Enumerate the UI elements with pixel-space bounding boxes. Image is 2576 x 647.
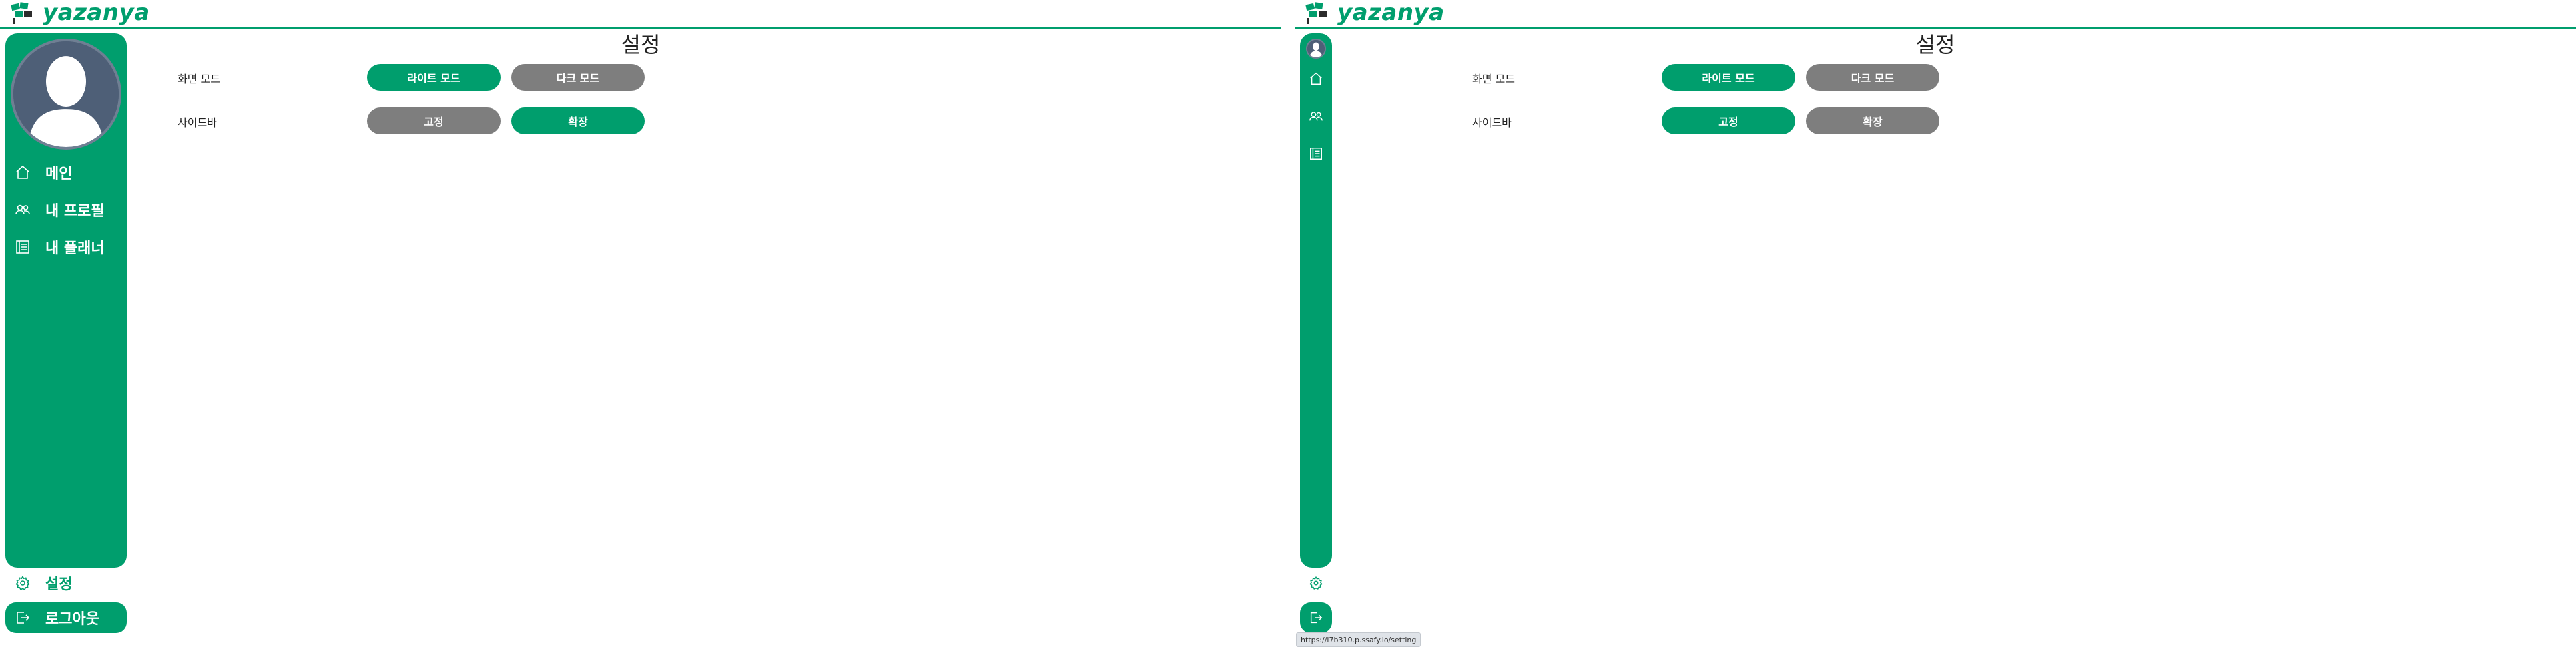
sidebar-item-home[interactable]: 메인 bbox=[5, 159, 127, 186]
logout-icon bbox=[1307, 608, 1325, 627]
users-icon bbox=[13, 200, 32, 219]
planner-icon bbox=[13, 238, 32, 256]
logo-icon bbox=[9, 1, 35, 24]
sidebar bbox=[1300, 33, 1332, 568]
planner-icon bbox=[1307, 144, 1325, 163]
sidebar-item-profile[interactable]: 내 프로필 bbox=[5, 196, 127, 223]
screen-mode-label: 화면 모드 bbox=[1472, 73, 1515, 85]
gear-icon bbox=[13, 574, 32, 592]
sidebar-expand-button[interactable]: 확장 bbox=[1806, 107, 1939, 134]
settings-window-expanded: yazanya 메인 내 프로필 내 플래너 설정 로그아웃 설정 화면 모드 … bbox=[0, 0, 1281, 647]
users-icon bbox=[1307, 107, 1325, 126]
home-icon bbox=[13, 163, 32, 182]
sidebar-item-label: 내 프로필 bbox=[45, 203, 105, 220]
logout-icon bbox=[13, 608, 32, 627]
dark-mode-button[interactable]: 다크 모드 bbox=[1806, 64, 1939, 91]
sidebar-item-label: 설정 bbox=[45, 576, 73, 593]
settings-window-collapsed: yazanya 설정 화면 모드 라이트 모드 다크 모드 사이드바 고정 확장… bbox=[1295, 0, 2576, 647]
status-bar-url: https://i7b310.p.ssafy.io/setting bbox=[1296, 632, 1421, 647]
sidebar-item-label: 내 플래너 bbox=[45, 240, 105, 257]
page-title: 설정 bbox=[1915, 32, 1955, 57]
sidebar: 메인 내 프로필 내 플래너 bbox=[5, 33, 127, 568]
sidebar-item-planner[interactable]: 내 플래너 bbox=[5, 234, 127, 260]
sidebar-item-settings[interactable] bbox=[1300, 568, 1332, 598]
light-mode-button[interactable]: 라이트 모드 bbox=[367, 64, 501, 91]
home-icon bbox=[1307, 69, 1325, 88]
logout-button[interactable]: 로그아웃 bbox=[5, 602, 127, 633]
dark-mode-button[interactable]: 다크 모드 bbox=[511, 64, 645, 91]
light-mode-button[interactable]: 라이트 모드 bbox=[1662, 64, 1795, 91]
brand-logo[interactable]: yazanya bbox=[9, 0, 150, 26]
logo-icon bbox=[1304, 1, 1329, 24]
gear-icon bbox=[1307, 574, 1325, 592]
brand-name: yazanya bbox=[43, 0, 150, 26]
sidebar-item-settings[interactable]: 설정 bbox=[5, 568, 127, 598]
brand-name: yazanya bbox=[1337, 0, 1445, 26]
sidebar-setting-label: 사이드바 bbox=[1472, 116, 1512, 129]
brand-logo[interactable]: yazanya bbox=[1304, 0, 1445, 26]
screen-mode-label: 화면 모드 bbox=[178, 73, 220, 85]
page-title: 설정 bbox=[621, 32, 661, 57]
sidebar-item-label: 메인 bbox=[45, 166, 73, 182]
app-header: yazanya bbox=[1295, 0, 2576, 29]
sidebar-setting-label: 사이드바 bbox=[178, 116, 217, 129]
app-header: yazanya bbox=[0, 0, 1281, 29]
sidebar-item-profile[interactable] bbox=[1300, 103, 1332, 130]
logout-button[interactable] bbox=[1300, 602, 1332, 633]
logout-label: 로그아웃 bbox=[45, 611, 99, 628]
sidebar-item-home[interactable] bbox=[1300, 65, 1332, 92]
sidebar-expand-button[interactable]: 확장 bbox=[511, 107, 645, 134]
sidebar-item-planner[interactable] bbox=[1300, 140, 1332, 167]
sidebar-fixed-button[interactable]: 고정 bbox=[367, 107, 501, 134]
sidebar-fixed-button[interactable]: 고정 bbox=[1662, 107, 1795, 134]
